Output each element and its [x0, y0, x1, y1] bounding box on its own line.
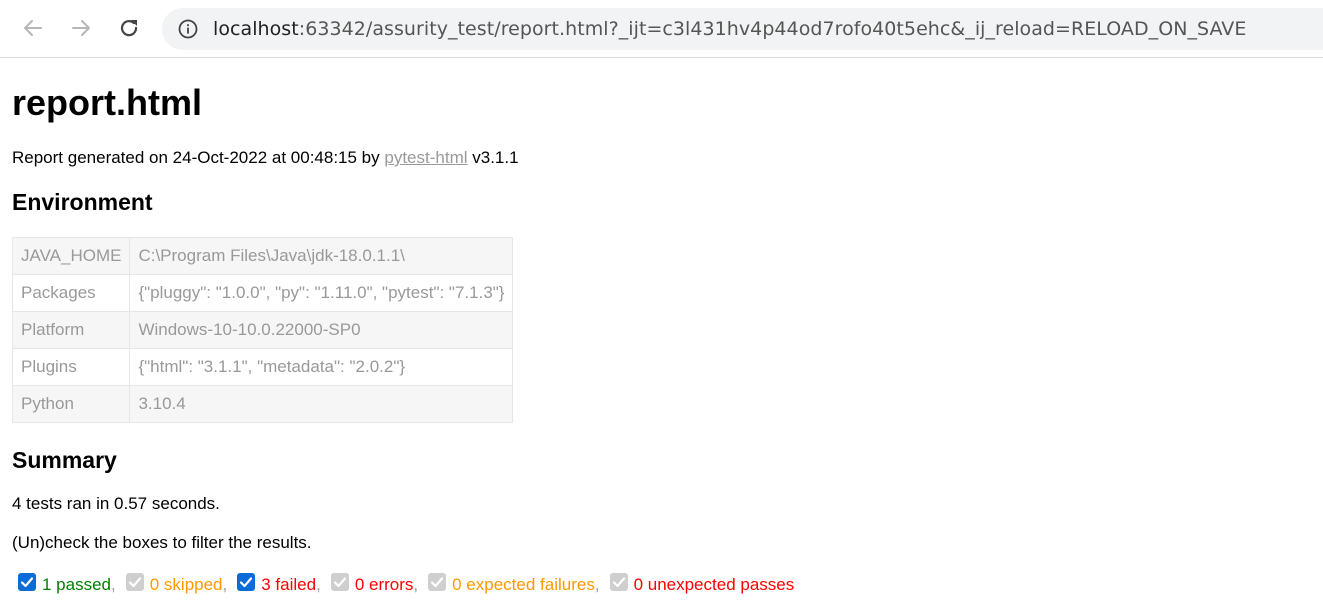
- back-arrow-icon: [24, 20, 42, 36]
- filter-label-failed: 3 failed: [261, 575, 317, 594]
- checkmark-icon: [612, 577, 625, 588]
- filter-checkbox-passed[interactable]: [18, 573, 36, 591]
- checkmark-icon: [240, 577, 253, 588]
- environment-value: C:\Program Files\Java\jdk-18.0.1.1\: [129, 237, 514, 275]
- filter-separator: ,: [316, 575, 321, 594]
- filter-failed: 3 failed,: [237, 573, 321, 595]
- generated-suffix: v3.1.1: [467, 148, 519, 167]
- filter-expected-failures: 0 expected failures,: [428, 573, 600, 595]
- environment-key: Packages: [11, 274, 131, 312]
- checkmark-icon: [431, 577, 444, 588]
- environment-key: Python: [11, 385, 131, 423]
- environment-key: JAVA_HOME: [11, 237, 131, 275]
- filter-errors: 0 errors,: [330, 573, 419, 595]
- filter-checkbox-unexpected-passes[interactable]: [609, 573, 628, 591]
- environment-table: JAVA_HOME C:\Program Files\Java\jdk-18.0.…: [11, 237, 514, 423]
- environment-value: {"html": "3.1.1", "metadata": "2.0.2"}: [129, 348, 514, 386]
- filter-hint-text: (Un)check the boxes to filter the result…: [12, 533, 312, 552]
- filter-label-errors: 0 errors: [354, 575, 414, 594]
- environment-row: Python 3.10.4: [11, 385, 514, 423]
- report-generated-line: Report generated on 24-Oct-2022 at 00:48…: [12, 148, 519, 168]
- url-host: localhost: [213, 18, 299, 40]
- forward-arrow-icon: [72, 20, 90, 36]
- filter-separator: ,: [413, 575, 419, 594]
- tests-ran-text: 4 tests ran in 0.57 seconds.: [12, 494, 220, 513]
- environment-heading: Environment: [12, 189, 153, 215]
- filter-separator: ,: [594, 575, 600, 594]
- page-title: report.html: [12, 82, 203, 123]
- environment-row: Packages {"pluggy": "1.0.0", "py": "1.11.…: [11, 274, 514, 312]
- url-text[interactable]: localhost:63342/assurity_test/report.htm…: [213, 17, 1246, 41]
- generated-prefix: Report generated on 24-Oct-2022 at 00:48…: [12, 148, 385, 167]
- environment-key: Plugins: [11, 348, 131, 386]
- filter-checkbox-errors[interactable]: [330, 573, 349, 591]
- info-icon[interactable]: [178, 19, 198, 39]
- pytest-html-link[interactable]: pytest-html: [384, 148, 467, 167]
- filter-separator: ,: [111, 575, 116, 594]
- reload-icon: [120, 20, 138, 37]
- forward-button[interactable]: [66, 13, 96, 43]
- filter-unexpected-passes: 0 unexpected passes: [609, 573, 795, 595]
- filter-label-expected-failures: 0 expected failures: [452, 575, 595, 594]
- reload-button[interactable]: [114, 13, 144, 43]
- filter-checkbox-expected-failures[interactable]: [428, 573, 447, 591]
- filter-label-passed: 1 passed: [42, 575, 111, 594]
- filter-checkbox-failed[interactable]: [237, 573, 256, 591]
- filter-checkbox-skipped[interactable]: [125, 573, 144, 591]
- filter-skipped: 0 skipped,: [125, 573, 228, 595]
- environment-row: Platform Windows-10-10.0.22000-SP0: [11, 311, 514, 349]
- filter-passed: 1 passed,: [18, 573, 116, 595]
- environment-value: {"pluggy": "1.0.0", "py": "1.11.0", "pyt…: [129, 274, 514, 312]
- environment-value: Windows-10-10.0.22000-SP0: [129, 311, 514, 349]
- result-filters: 1 passed, 0 skipped, 3 failed, 0 errors, 0 e…: [18, 573, 804, 595]
- url-path: :63342/assurity_test/report.html?_ijt=c3…: [298, 18, 1247, 40]
- filter-label-skipped: 0 skipped: [149, 575, 223, 594]
- environment-row: JAVA_HOME C:\Program Files\Java\jdk-18.0.…: [11, 237, 514, 275]
- checkmark-icon: [20, 577, 34, 588]
- environment-value: 3.10.4: [129, 385, 514, 423]
- back-button[interactable]: [18, 13, 48, 43]
- environment-key: Platform: [11, 311, 131, 349]
- summary-heading: Summary: [12, 447, 117, 473]
- address-bar[interactable]: localhost:63342/assurity_test/report.htm…: [162, 8, 1323, 50]
- filter-separator: ,: [222, 575, 228, 594]
- checkmark-icon: [333, 577, 346, 588]
- browser-toolbar: localhost:63342/assurity_test/report.htm…: [0, 0, 1323, 58]
- checkmark-icon: [128, 577, 141, 588]
- filter-label-unexpected-passes: 0 unexpected passes: [633, 575, 795, 594]
- environment-row: Plugins {"html": "3.1.1", "metadata": "2.…: [11, 348, 514, 386]
